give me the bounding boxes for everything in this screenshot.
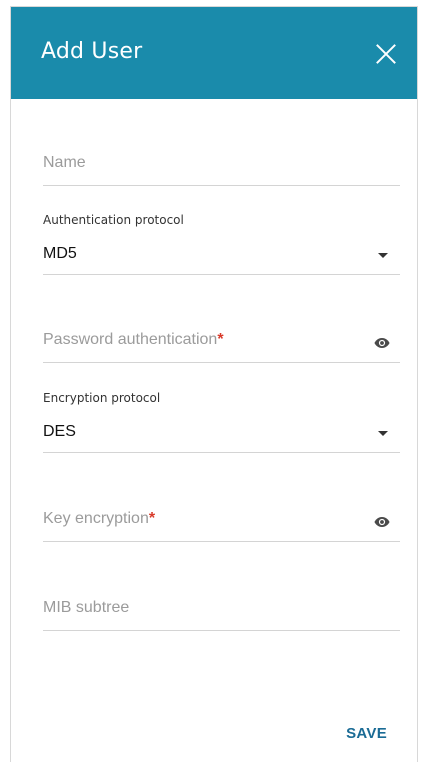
save-button[interactable]: SAVE <box>346 725 387 742</box>
mib-subtree-field[interactable]: MIB subtree <box>43 583 400 631</box>
add-user-dialog: Add User Name Authentication protocol MD… <box>10 6 418 762</box>
dialog-header: Add User <box>11 7 417 99</box>
encryption-protocol-label: Encryption protocol <box>43 391 161 405</box>
chevron-down-icon <box>378 431 388 436</box>
authentication-protocol-value: MD5 <box>43 245 77 262</box>
name-field[interactable]: Name <box>43 145 400 186</box>
name-placeholder: Name <box>43 154 86 171</box>
dialog-title: Add User <box>41 39 143 64</box>
chevron-down-icon <box>378 253 388 258</box>
encryption-protocol-select[interactable]: Encryption protocol DES <box>43 385 400 453</box>
password-authentication-placeholder: Password authentication* <box>43 331 224 348</box>
encryption-protocol-value: DES <box>43 423 76 440</box>
password-authentication-field[interactable]: Password authentication* <box>43 317 400 363</box>
authentication-protocol-select[interactable]: Authentication protocol MD5 <box>43 207 400 275</box>
authentication-protocol-label: Authentication protocol <box>43 213 184 227</box>
key-encryption-placeholder: Key encryption* <box>43 510 156 527</box>
eye-icon[interactable] <box>374 516 390 528</box>
key-encryption-field[interactable]: Key encryption* <box>43 495 400 542</box>
eye-icon[interactable] <box>374 337 390 349</box>
close-icon[interactable] <box>375 43 397 65</box>
mib-subtree-placeholder: MIB subtree <box>43 599 130 616</box>
